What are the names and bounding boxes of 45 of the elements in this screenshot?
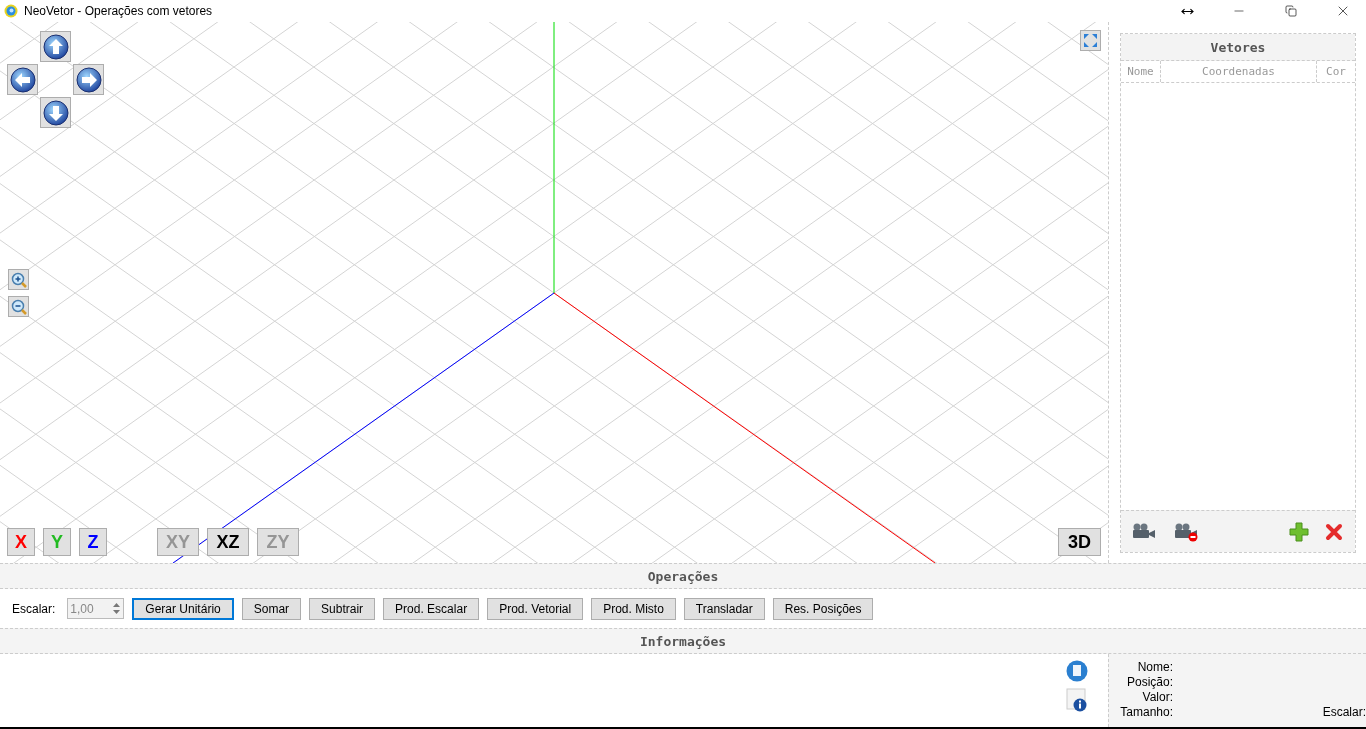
plus-icon [1289,521,1309,542]
pan-down-button[interactable] [40,97,71,128]
window-title: NeoVetor - Operações com vetores [24,4,214,18]
operation-button[interactable]: Somar [241,597,302,620]
operation-button[interactable]: Prod. Escalar [383,597,480,620]
zoom-in-button[interactable] [8,269,29,290]
operation-button[interactable]: Prod. Vetorial [487,597,584,620]
operation-button[interactable]: Subtrair [309,597,376,620]
operation-button[interactable]: Gerar Unitário [132,597,234,620]
expand-icon [1083,33,1098,48]
restore-icon [1285,5,1297,17]
operation-button[interactable]: Transladar [683,597,765,620]
operation-button[interactable]: Prod. Misto [591,597,676,620]
spinner-arrows-icon[interactable] [112,601,122,616]
view-plane-button[interactable]: XZ [207,528,249,556]
pan-right-button[interactable] [73,64,104,95]
info-label: Tamanho: [1119,705,1173,720]
axis-button[interactable]: Z [79,528,107,556]
operation-button[interactable]: Res. Posições [772,597,874,620]
info-label: Posição: [1125,675,1173,690]
info-button[interactable] [1066,688,1088,712]
pan-left-button[interactable] [7,64,38,95]
panel-title: Vetores [1121,34,1355,61]
info-label: Valor: [1141,690,1173,705]
info-label: Escalar: [1321,705,1366,720]
add-button[interactable] [1289,521,1309,542]
3d-view-button[interactable]: 3D [1058,528,1101,556]
info-icon [1066,688,1088,712]
3d-viewport[interactable]: X Y Z XY XZ ZY 3D [0,22,1108,563]
pan-up-button[interactable] [40,31,71,62]
zoom-in-icon [10,271,27,288]
fullscreen-button[interactable] [1080,30,1101,51]
section-header: Operações [0,563,1366,589]
info-label: Nome: [1136,660,1173,675]
document-button[interactable] [1066,660,1088,682]
camera-remove-icon [1173,521,1199,542]
section-header: Informações [0,628,1366,654]
remove-camera-button[interactable] [1173,521,1199,542]
scalar-label: Escalar: [12,601,56,616]
zoom-out-icon [10,298,27,315]
app-logo-icon [4,4,18,18]
delete-button[interactable] [1325,522,1343,541]
delete-icon [1325,522,1343,541]
zoom-out-button[interactable] [8,296,29,317]
document-icon [1066,660,1088,682]
